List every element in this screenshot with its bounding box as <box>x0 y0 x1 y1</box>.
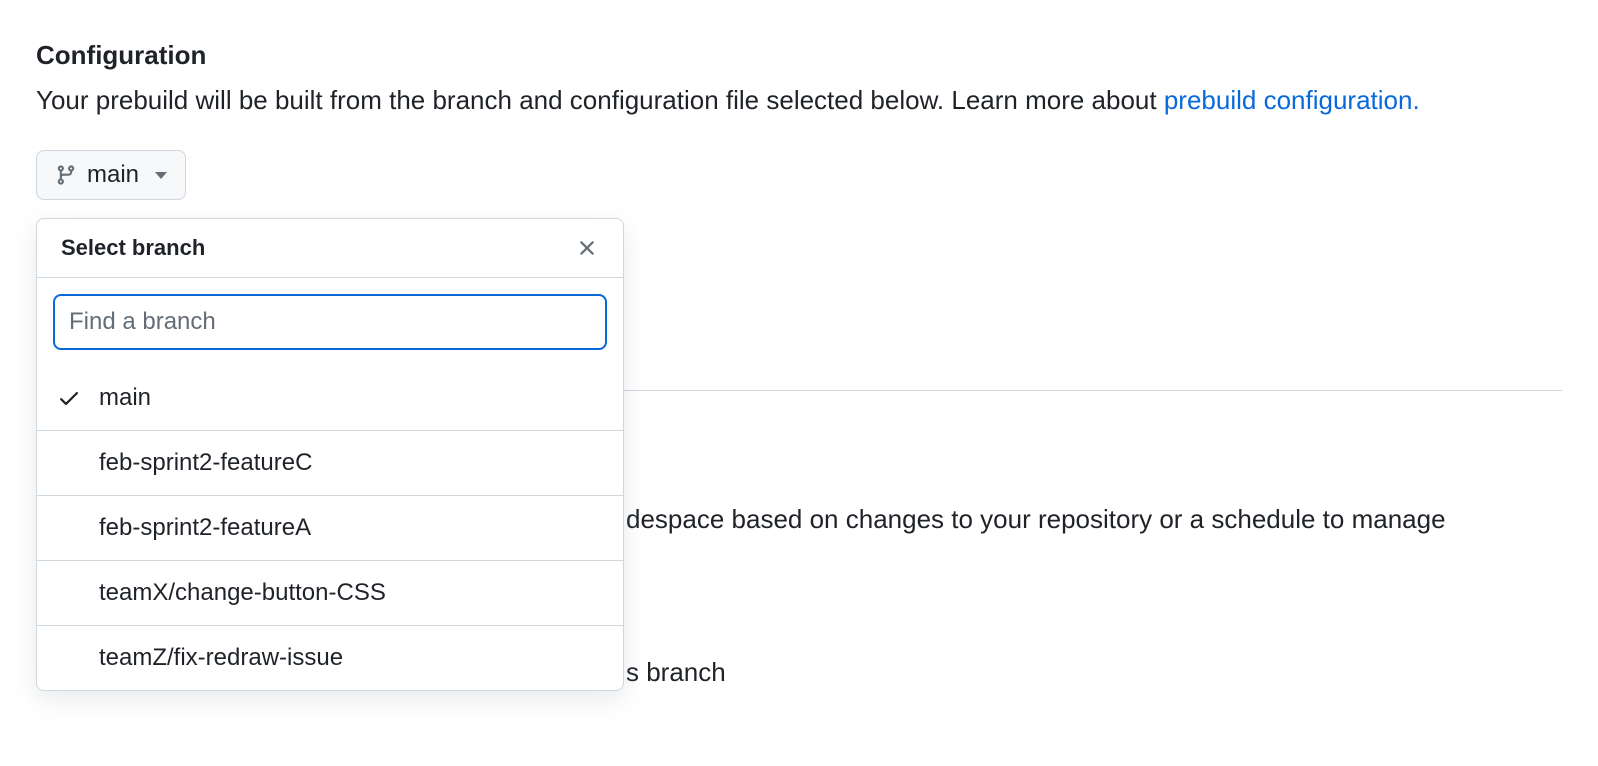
branch-name: main <box>99 384 151 412</box>
branch-name: feb-sprint2-featureA <box>99 514 311 542</box>
close-icon[interactable] <box>575 236 599 260</box>
git-branch-icon <box>55 164 77 186</box>
branch-name: teamZ/fix-redraw-issue <box>99 644 343 672</box>
branch-item-main[interactable]: main <box>37 366 623 430</box>
branch-item-teamz-fix-redraw-issue[interactable]: teamZ/fix-redraw-issue <box>37 625 623 690</box>
check-slot <box>57 386 99 410</box>
dropdown-search-container <box>37 278 623 366</box>
branch-name: teamX/change-button-CSS <box>99 579 386 607</box>
branch-button-label: main <box>87 161 139 189</box>
branch-item-teamx-change-button-css[interactable]: teamX/change-button-CSS <box>37 560 623 625</box>
branch-selector-button[interactable]: main <box>36 150 186 200</box>
description-text: Your prebuild will be built from the bra… <box>36 85 1164 115</box>
branch-item-feb-sprint2-featurea[interactable]: feb-sprint2-featureA <box>37 495 623 560</box>
configuration-description: Your prebuild will be built from the bra… <box>36 81 1562 120</box>
branch-name: feb-sprint2-featureC <box>99 449 312 477</box>
caret-down-icon <box>155 172 167 179</box>
branch-dropdown: Select branch main feb-sprint2-featureC <box>36 218 624 691</box>
configuration-title: Configuration <box>36 40 1562 71</box>
dropdown-header: Select branch <box>37 219 623 278</box>
dropdown-title: Select branch <box>61 235 205 261</box>
branch-list: main feb-sprint2-featureC feb-sprint2-fe… <box>37 366 623 690</box>
branch-search-input[interactable] <box>53 294 607 350</box>
prebuild-config-link[interactable]: prebuild configuration. <box>1164 85 1420 115</box>
branch-item-feb-sprint2-featurec[interactable]: feb-sprint2-featureC <box>37 430 623 495</box>
check-icon <box>57 386 81 410</box>
